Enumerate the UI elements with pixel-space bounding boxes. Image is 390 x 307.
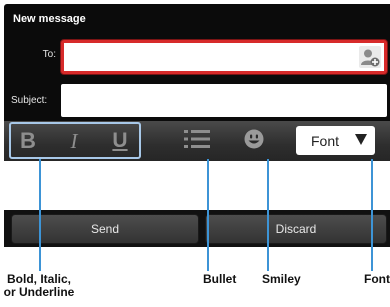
bold-button[interactable]: B — [14, 127, 42, 155]
discard-button[interactable]: Discard — [205, 214, 387, 244]
to-label: To: — [42, 49, 56, 60]
callout-bullet: Bullet — [203, 272, 237, 286]
formatting-toolbar: B I U Font — [4, 121, 390, 161]
to-field[interactable] — [61, 40, 387, 74]
callout-bold-line2: or Underline — [3, 285, 75, 299]
subject-label: Subject: — [11, 95, 48, 106]
subject-field[interactable] — [61, 84, 387, 117]
callout-bold-italic-underline: Bold, Italic, or Underline — [0, 273, 78, 299]
send-button[interactable]: Send — [11, 214, 199, 244]
screenshot-stage: New message To: Subject: B I U Font Send… — [0, 0, 390, 307]
smiley-icon — [243, 128, 265, 155]
callout-font: Font — [364, 273, 390, 286]
bullet-button[interactable] — [182, 127, 212, 155]
compose-screen: New message To: Subject: B I U Font Send… — [4, 4, 390, 247]
action-bar: Send Discard — [4, 210, 390, 247]
message-body-field[interactable] — [4, 161, 390, 210]
add-contact-icon[interactable] — [359, 46, 381, 68]
underline-button[interactable]: U — [106, 127, 134, 155]
dropdown-arrow-icon — [355, 134, 367, 145]
screen-title: New message — [13, 13, 86, 25]
font-dropdown[interactable]: Font — [296, 126, 375, 155]
to-input[interactable] — [68, 46, 348, 68]
subject-input[interactable] — [65, 87, 383, 114]
italic-button[interactable]: I — [60, 127, 88, 155]
smiley-button[interactable] — [240, 127, 268, 155]
callout-smiley: Smiley — [262, 272, 301, 286]
bullet-list-icon — [183, 128, 211, 155]
font-dropdown-label: Font — [311, 132, 340, 149]
